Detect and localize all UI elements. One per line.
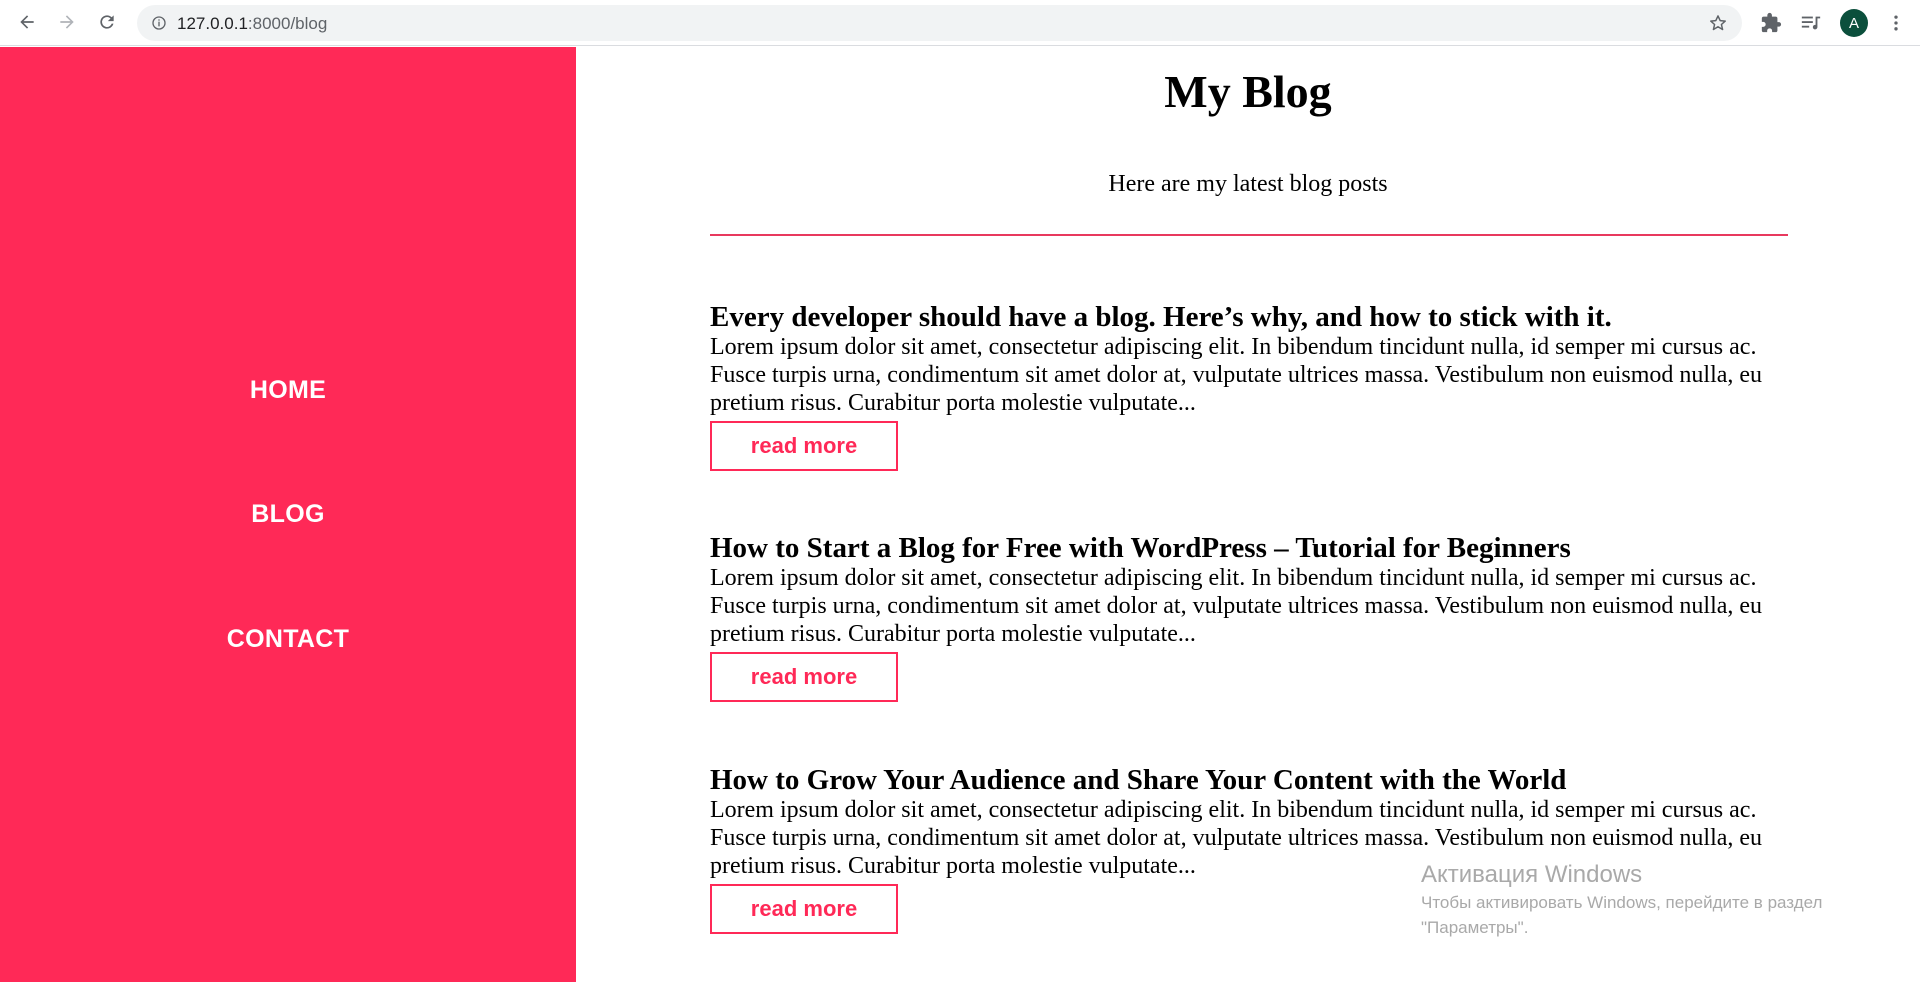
post-title: How to Start a Blog for Free with WordPr… <box>710 532 1571 564</box>
forward-icon[interactable] <box>56 11 78 33</box>
extensions-puzzle-icon[interactable] <box>1760 12 1782 34</box>
reload-icon[interactable] <box>96 11 118 33</box>
media-queue-icon[interactable] <box>1800 12 1822 34</box>
read-more-button[interactable]: read more <box>710 421 898 471</box>
page-subtitle: Here are my latest blog posts <box>1108 171 1388 197</box>
watermark-line: Чтобы активировать Windows, перейдите в … <box>1421 893 1823 912</box>
watermark-title: Активация Windows <box>1421 861 1643 888</box>
watermark-line: "Параметры". <box>1421 918 1529 937</box>
kebab-menu-icon[interactable] <box>1886 12 1906 34</box>
nav-contact-link[interactable]: CONTACT <box>0 625 576 654</box>
page-title: My Blog <box>1164 66 1332 117</box>
url-host: 127.0.0.1 <box>177 14 248 33</box>
post-excerpt: Lorem ipsum dolor sit amet, consectetur … <box>710 334 1763 416</box>
blog-post: Every developer should have a blog. Here… <box>710 301 1810 471</box>
read-more-button[interactable]: read more <box>710 884 898 934</box>
browser-toolbar: 127.0.0.1:8000/blog A <box>0 0 1920 46</box>
blog-post: How to Start a Blog for Free with WordPr… <box>710 532 1810 702</box>
url-text[interactable]: 127.0.0.1:8000/blog <box>177 14 327 34</box>
read-more-button[interactable]: read more <box>710 652 898 702</box>
address-bar[interactable]: 127.0.0.1:8000/blog <box>137 5 1742 41</box>
post-title: Every developer should have a blog. Here… <box>710 301 1612 333</box>
sidebar: HOME BLOG CONTACT <box>0 47 576 982</box>
nav-blog-link[interactable]: BLOG <box>0 500 576 529</box>
divider <box>710 234 1788 236</box>
post-title: How to Grow Your Audience and Share Your… <box>710 764 1567 796</box>
windows-activation-watermark: Активация Windows Чтобы активировать Win… <box>1421 860 1822 940</box>
info-icon[interactable] <box>151 15 167 31</box>
nav-home-link[interactable]: HOME <box>0 376 576 405</box>
post-excerpt: Lorem ipsum dolor sit amet, consectetur … <box>710 565 1763 647</box>
back-icon[interactable] <box>16 11 38 33</box>
profile-avatar[interactable]: A <box>1840 9 1868 37</box>
bookmark-star-icon[interactable] <box>1708 13 1728 33</box>
main-content: My Blog Here are my latest blog posts Ev… <box>576 47 1920 982</box>
url-path: :8000/blog <box>247 14 328 33</box>
